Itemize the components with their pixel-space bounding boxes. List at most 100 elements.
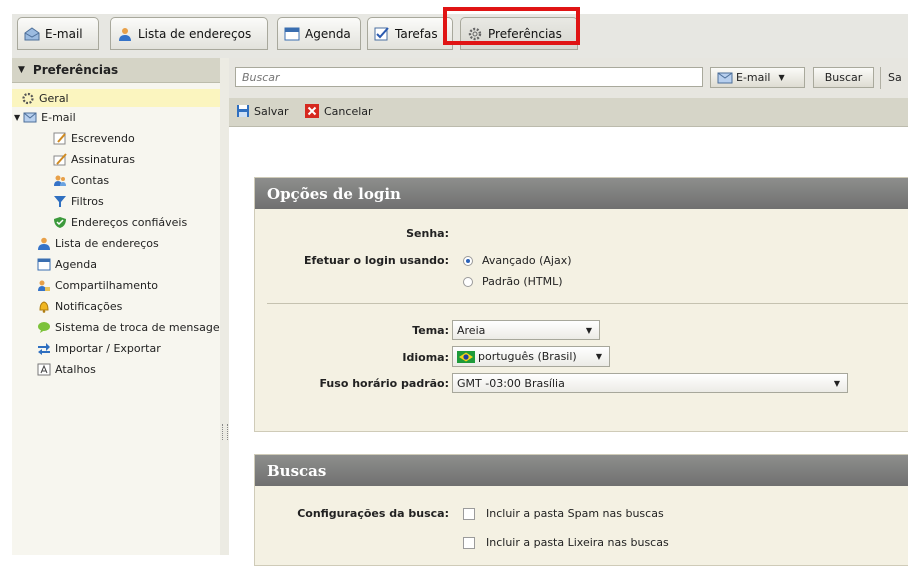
chevron-down-icon: ▼ (595, 352, 602, 361)
highlight-box (443, 7, 580, 45)
gear-icon (22, 92, 34, 104)
contacts-icon (38, 237, 50, 250)
cancel-label: Cancelar (324, 104, 373, 118)
accounts-icon (54, 175, 66, 186)
save-search-button[interactable]: Sa (888, 71, 902, 84)
preferences-form: Opções de login Senha: Efetuar o login u… (229, 127, 908, 566)
tab-label: E-mail (45, 26, 83, 41)
chevron-down-icon: ▼ (778, 73, 785, 82)
sharing-icon (38, 280, 50, 291)
sidebar-item-label: Lista de endereços (55, 236, 159, 250)
sidebar-title: Preferências (32, 63, 119, 77)
expand-arrow-icon[interactable]: ▼ (14, 113, 20, 122)
tab-tasks[interactable]: Tarefas (367, 17, 453, 50)
left-margin (0, 14, 12, 555)
search-bar: E-mail ▼ Buscar Sa (229, 58, 908, 99)
sidebar-item-signatures[interactable]: Assinaturas (53, 150, 135, 168)
sidebar-item-label: Compartilhamento (55, 278, 159, 292)
calendar-icon (284, 27, 300, 40)
section-title: Opções de login (255, 178, 908, 209)
shortcut-key-icon (37, 363, 51, 375)
radio-button-selected[interactable] (463, 255, 473, 266)
mail-icon (717, 72, 733, 83)
radio-advanced[interactable]: Avançado (Ajax) (463, 254, 572, 267)
panel-splitter[interactable] (220, 58, 229, 555)
theme-label: Tema: (412, 324, 449, 337)
sidebar-item-general[interactable]: Geral (12, 89, 220, 107)
sidebar-header[interactable]: ▼ Preferências (12, 58, 220, 83)
sidebar-item-composing[interactable]: Escrevendo (53, 129, 135, 147)
checkbox-include-trash[interactable]: Incluir a pasta Lixeira nas buscas (463, 536, 669, 549)
theme-value: Areia (457, 323, 486, 337)
sidebar-item-import-export[interactable]: Importar / Exportar (37, 339, 161, 357)
sidebar-item-label: Escrevendo (71, 131, 135, 145)
sidebar-item-trusted-addresses[interactable]: Endereços confiáveis (53, 213, 187, 231)
bell-icon (39, 300, 49, 313)
sidebar-item-label: Geral (39, 91, 69, 105)
sidebar-item-label: Filtros (71, 194, 104, 208)
tab-label: Tarefas (395, 26, 438, 41)
search-button[interactable]: Buscar (813, 67, 874, 88)
checkbox[interactable] (463, 507, 475, 520)
filter-icon (54, 195, 66, 207)
save-button[interactable]: Salvar (236, 104, 289, 118)
sidebar-item-shortcuts[interactable]: Atalhos (37, 360, 96, 378)
shield-icon (54, 216, 66, 228)
sidebar-item-address-book[interactable]: Lista de endereços (37, 234, 159, 252)
mail-icon (23, 112, 37, 122)
sidebar-item-label: Agenda (55, 257, 97, 271)
tab-contacts[interactable]: Lista de endereços (110, 17, 268, 50)
sidebar-item-sharing[interactable]: Compartilhamento (37, 276, 158, 294)
sidebar-item-accounts[interactable]: Contas (53, 171, 109, 189)
timezone-value: GMT -03:00 Brasília (457, 376, 565, 390)
contacts-icon (119, 27, 131, 41)
sidebar-item-label: Importar / Exportar (55, 341, 161, 355)
splitter-grip[interactable] (222, 424, 228, 440)
tab-label: Agenda (305, 26, 351, 41)
tab-label: Lista de endereços (138, 26, 252, 41)
floppy-disk-icon (237, 105, 249, 117)
chevron-down-icon: ▼ (833, 379, 840, 388)
checkbox-include-spam[interactable]: Incluir a pasta Spam nas buscas (463, 507, 664, 520)
radio-advanced-label: Avançado (Ajax) (482, 254, 572, 267)
checkbox-spam-label: Incluir a pasta Spam nas buscas (486, 507, 664, 520)
collapse-arrow-icon[interactable]: ▼ (18, 65, 25, 75)
cancel-button[interactable]: Cancelar (305, 104, 373, 118)
sidebar-item-calendar[interactable]: Agenda (37, 255, 97, 273)
sidebar-item-label: Notificações (55, 299, 123, 313)
sidebar-item-label: Assinaturas (71, 152, 136, 166)
preferences-sidebar: ▼ Preferências Geral ▼ E-mail Escrevendo… (12, 58, 221, 555)
timezone-select[interactable]: GMT -03:00 Brasília ▼ (452, 373, 848, 393)
sidebar-item-filters[interactable]: Filtros (53, 192, 104, 210)
sidebar-item-email[interactable]: ▼ E-mail (14, 108, 76, 126)
calendar-icon (37, 258, 51, 270)
tasks-icon (374, 26, 389, 40)
save-label: Salvar (254, 104, 289, 118)
theme-select[interactable]: Areia ▼ (452, 320, 600, 340)
tab-calendar[interactable]: Agenda (277, 17, 361, 50)
main-content-area: E-mail ▼ Buscar Sa Salvar Cancelar Opçõe… (229, 58, 908, 566)
chat-bubble-icon (38, 321, 50, 333)
compose-icon (53, 132, 66, 144)
preferences-toolbar: Salvar Cancelar (229, 98, 908, 127)
brazil-flag-icon (457, 350, 475, 363)
sidebar-item-notifications[interactable]: Notificações (37, 297, 122, 315)
sidebar-item-messaging[interactable]: Sistema de troca de mensagens (37, 318, 220, 336)
tab-email[interactable]: E-mail (17, 17, 99, 50)
password-label: Senha: (406, 227, 449, 240)
radio-button[interactable] (463, 276, 473, 287)
radio-standard-label: Padrão (HTML) (482, 275, 563, 288)
sidebar-item-label: E-mail (41, 110, 76, 124)
chevron-down-icon: ▼ (585, 326, 592, 335)
search-input[interactable] (235, 67, 703, 87)
search-scope-dropdown[interactable]: E-mail ▼ (710, 67, 805, 88)
radio-standard[interactable]: Padrão (HTML) (463, 275, 563, 288)
sidebar-item-label: Sistema de troca de mensagens (55, 320, 220, 334)
import-export-icon (38, 342, 50, 355)
search-options-section: Buscas Configurações da busca: Incluir a… (254, 454, 908, 566)
language-select[interactable]: português (Brasil) ▼ (452, 346, 610, 367)
sidebar-item-label: Endereços confiáveis (71, 215, 188, 229)
checkbox[interactable] (463, 536, 475, 549)
search-scope-label: E-mail (736, 71, 771, 84)
separator (880, 67, 881, 89)
